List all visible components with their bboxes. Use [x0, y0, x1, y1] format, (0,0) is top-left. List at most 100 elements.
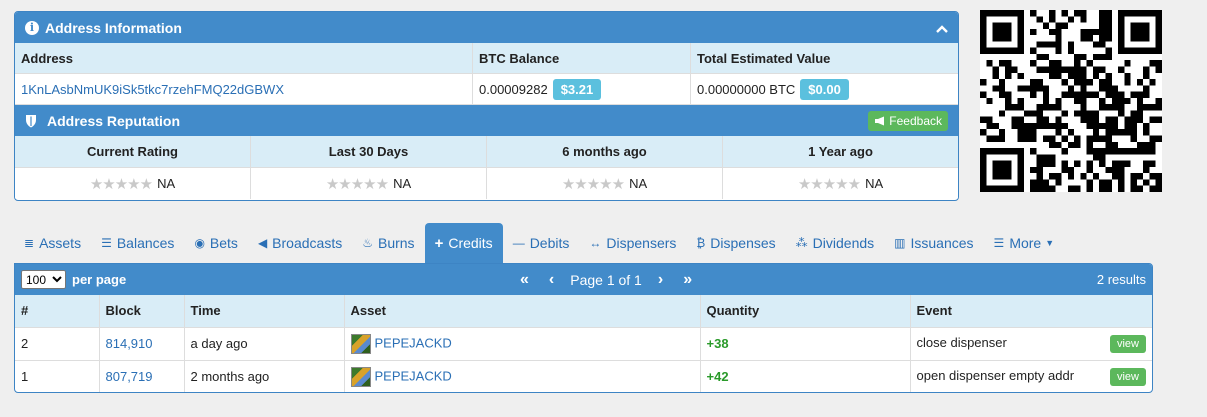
- address-tabs: ≣ Assets ☰ Balances ◉ Bets ◀ Broadcasts ♨ Bur…: [14, 223, 1064, 263]
- tab-label: More: [1009, 235, 1042, 251]
- row-time: 2 months ago: [184, 360, 345, 392]
- rating-value: NA: [393, 176, 412, 191]
- tab-assets[interactable]: ≣ Assets: [14, 223, 91, 263]
- view-button[interactable]: view: [1109, 334, 1146, 353]
- col-header-block: Block: [99, 295, 185, 328]
- btc-balance-usd-badge: $3.21: [552, 78, 602, 100]
- col-header-event: Event: [910, 295, 1152, 328]
- col-header-number: #: [15, 295, 100, 328]
- tab-label: Issuances: [910, 235, 974, 251]
- previous-page-icon[interactable]: ‹: [539, 271, 564, 289]
- collapse-chevron-icon[interactable]: [936, 20, 948, 36]
- plus-icon: +: [434, 234, 444, 252]
- tab-label: Credits: [448, 235, 493, 251]
- tab-issuances[interactable]: ▥ Issuances: [884, 223, 983, 263]
- address-information-title: Address Information: [45, 19, 182, 36]
- tab-burns[interactable]: ♨ Burns: [352, 223, 424, 263]
- col-header-quantity: Quantity: [700, 295, 911, 328]
- address-column-header: Address: [15, 43, 473, 73]
- feedback-button[interactable]: Feedback: [868, 110, 948, 131]
- rating-current: ★★★★★ NA: [15, 168, 251, 199]
- caret-down-icon: ▼: [1045, 238, 1055, 248]
- rating-value: NA: [157, 176, 176, 191]
- tab-label: Broadcasts: [272, 235, 343, 251]
- tab-dividends[interactable]: ⁂ Dividends: [786, 223, 884, 263]
- rating-30-days: ★★★★★ NA: [251, 168, 487, 199]
- col-header-asset: Asset: [344, 295, 701, 328]
- tab-label: Debits: [529, 235, 570, 251]
- row-quantity: +42: [706, 369, 729, 384]
- asset-link[interactable]: PEPEJACKD: [375, 335, 452, 350]
- tab-label: Burns: [377, 235, 415, 251]
- credits-table: # Block Time Asset Quantity Event 2 814,…: [15, 295, 1152, 392]
- tab-more[interactable]: ☰ More ▼: [984, 223, 1065, 263]
- rating-6-months: ★★★★★ NA: [487, 168, 723, 199]
- address-reputation-header: Address Reputation Feedback: [15, 105, 958, 136]
- tab-broadcasts[interactable]: ◀ Broadcasts: [248, 223, 352, 263]
- row-number: 1: [15, 360, 100, 392]
- tab-label: Dispenses: [710, 235, 776, 251]
- rating-value: NA: [629, 176, 648, 191]
- credits-panel: 100 per page « ‹ Page 1 of 1 › » 2 resul…: [14, 263, 1153, 393]
- rating-header-current: Current Rating: [15, 136, 251, 167]
- address-reputation-title: Address Reputation: [47, 112, 181, 129]
- tab-label: Dispensers: [606, 235, 677, 251]
- col-header-time: Time: [184, 295, 345, 328]
- block-link[interactable]: 807,719: [106, 369, 153, 384]
- database-icon: ≣: [24, 236, 35, 250]
- rating-header-6-months: 6 months ago: [487, 136, 723, 167]
- row-time: a day ago: [184, 327, 345, 361]
- table-row: 2 814,910 a day ago PEPEJACKD +38 close …: [15, 327, 1152, 361]
- rating-stars-icon: ★★★★★: [325, 175, 389, 193]
- row-event: close dispenser: [916, 334, 1007, 350]
- row-quantity: +38: [706, 336, 729, 351]
- arrows-horizontal-icon: ↔: [589, 236, 602, 250]
- tab-label: Assets: [39, 235, 82, 251]
- last-page-icon[interactable]: »: [673, 271, 702, 289]
- rating-value: NA: [865, 176, 884, 191]
- minus-icon: —: [512, 236, 525, 250]
- tab-balances[interactable]: ☰ Balances: [91, 223, 184, 263]
- row-event: open dispenser empty addr: [916, 367, 1075, 383]
- tab-debits[interactable]: — Debits: [503, 223, 580, 263]
- per-page-select[interactable]: 100: [21, 270, 66, 289]
- bullhorn-icon: [875, 116, 885, 125]
- list-icon: ☰: [993, 236, 1005, 250]
- table-row: 1 807,719 2 months ago PEPEJACKD +42 ope…: [15, 360, 1152, 392]
- rating-1-year: ★★★★★ NA: [723, 168, 958, 199]
- tab-dispenses[interactable]: ₿ Dispenses: [686, 223, 785, 263]
- per-page-label: per page: [72, 272, 127, 287]
- rating-stars-icon: ★★★★★: [797, 175, 861, 193]
- shield-icon: [26, 114, 36, 127]
- view-button[interactable]: view: [1109, 367, 1146, 386]
- rating-header-1-year: 1 Year ago: [808, 144, 873, 159]
- sitemap-icon: ⁂: [795, 236, 808, 250]
- rating-stars-icon: ★★★★★: [561, 175, 625, 193]
- tab-dispensers[interactable]: ↔ Dispensers: [579, 223, 686, 263]
- rating-header-30-days: Last 30 Days: [251, 136, 487, 167]
- target-icon: ◉: [194, 236, 205, 250]
- pagination-bar: 100 per page « ‹ Page 1 of 1 › » 2 resul…: [15, 264, 1152, 295]
- total-btc-value: 0.00000000 BTC: [697, 81, 796, 97]
- asset-link[interactable]: PEPEJACKD: [375, 368, 452, 383]
- info-icon: i: [25, 20, 39, 35]
- btc-balance-column-header: BTC Balance: [473, 43, 691, 73]
- rating-stars-icon: ★★★★★: [89, 175, 153, 193]
- btc-balance-value: 0.00009282: [479, 81, 548, 97]
- address-link[interactable]: 1KnLAsbNmUK9iSk5tkc7rzehFMQ22dGBWX: [21, 82, 284, 97]
- tab-bets[interactable]: ◉ Bets: [184, 223, 248, 263]
- address-information-header[interactable]: i Address Information: [15, 12, 958, 43]
- tab-credits[interactable]: + Credits: [424, 223, 503, 263]
- first-page-icon[interactable]: «: [510, 271, 539, 289]
- tab-label: Balances: [116, 235, 175, 251]
- next-page-icon[interactable]: ›: [648, 271, 673, 289]
- total-value-column-header: Total Estimated Value: [697, 50, 831, 66]
- asset-image-icon: [350, 333, 371, 354]
- bitcoin-icon: ₿: [696, 236, 706, 250]
- bullhorn-icon: ◀: [257, 236, 268, 250]
- bank-icon: ▥: [894, 236, 906, 250]
- block-link[interactable]: 814,910: [106, 336, 153, 351]
- row-number: 2: [15, 327, 100, 361]
- results-count: 2 results: [1096, 272, 1146, 287]
- tab-label: Dividends: [812, 235, 875, 251]
